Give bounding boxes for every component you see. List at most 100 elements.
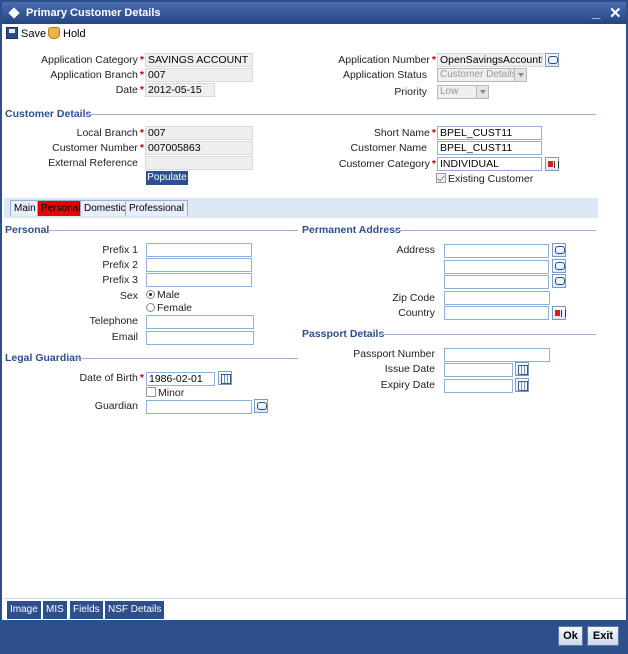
date-label: Date * <box>115 84 144 96</box>
expiry-date-input[interactable] <box>444 379 513 393</box>
detail-tabs: Main Personal Domestic Professional <box>4 198 598 218</box>
tab-mis[interactable]: MIS <box>43 601 67 619</box>
existing-customer-label: Existing Customer <box>448 173 534 185</box>
title-bar: Primary Customer Details _ ✕ <box>2 2 626 24</box>
existing-customer-checkbox[interactable] <box>436 173 446 183</box>
guardian-label: Guardian <box>94 400 138 412</box>
tab-fields[interactable]: Fields <box>70 601 103 619</box>
permanent-address-heading: Permanent Address <box>302 224 401 236</box>
prefix2-label: Prefix 2 <box>102 259 138 271</box>
zip-code-label: Zip Code <box>392 292 435 304</box>
minimize-button[interactable]: _ <box>592 4 600 21</box>
customer-category-picker-icon[interactable] <box>545 157 559 171</box>
tab-main[interactable]: Main <box>10 200 40 216</box>
priority-label: Priority <box>394 86 427 98</box>
app-category-label: Application Category * <box>41 54 144 66</box>
calendar-icon[interactable] <box>218 371 232 385</box>
minor-checkbox[interactable] <box>146 387 156 397</box>
passport-details-heading: Passport Details <box>302 328 385 340</box>
country-input[interactable] <box>444 306 549 320</box>
tab-domestic[interactable]: Domestic <box>80 200 130 216</box>
tab-personal[interactable]: Personal <box>37 200 85 216</box>
app-number-label: Application Number * <box>338 54 436 66</box>
external-reference-label: External Reference <box>48 157 138 169</box>
dob-input[interactable]: 1986-02-01 <box>146 372 215 386</box>
telephone-input[interactable] <box>146 315 254 329</box>
exit-button[interactable]: Exit <box>587 626 619 646</box>
telephone-label: Telephone <box>89 315 138 327</box>
customer-name-input[interactable]: BPEL_CUST11 <box>437 141 542 155</box>
app-status-label: Application Status <box>342 69 427 81</box>
short-name-label: Short Name * <box>373 127 436 139</box>
section-divider <box>86 114 596 115</box>
prefix3-input[interactable] <box>146 273 252 287</box>
date-field: 2012-05-15 <box>145 83 215 97</box>
local-branch-field: 007 <box>145 126 253 140</box>
app-branch-label: Application Branch * <box>50 69 144 81</box>
address-line1-lov-icon[interactable] <box>552 243 566 257</box>
prefix3-label: Prefix 3 <box>102 274 138 286</box>
app-number-field: OpenSavingsAccount519 <box>437 53 543 67</box>
passport-number-label: Passport Number <box>353 348 435 360</box>
calendar-icon[interactable] <box>515 362 529 376</box>
tab-professional[interactable]: Professional <box>125 200 189 216</box>
prefix2-input[interactable] <box>146 258 252 272</box>
address-line3-input[interactable] <box>444 275 549 289</box>
hold-label: Hold <box>63 28 86 40</box>
external-reference-field[interactable] <box>145 156 253 170</box>
guardian-lov-icon[interactable] <box>254 399 268 413</box>
prefix1-label: Prefix 1 <box>102 244 138 256</box>
address-label: Address <box>396 244 435 256</box>
short-name-input[interactable]: BPEL_CUST11 <box>437 126 542 140</box>
primary-customer-details-window: Primary Customer Details _ ✕ Save Hold A… <box>0 0 628 654</box>
email-input[interactable] <box>146 331 254 345</box>
sex-label: Sex <box>119 290 138 302</box>
address-line1-input[interactable] <box>444 244 549 258</box>
hold-button[interactable]: Hold <box>48 27 86 41</box>
section-divider <box>394 230 596 231</box>
priority-select[interactable]: Low <box>437 85 489 99</box>
save-icon <box>6 27 18 39</box>
address-line2-input[interactable] <box>444 260 549 274</box>
passport-number-input[interactable] <box>444 348 550 362</box>
customer-number-field: 007005863 <box>145 141 253 155</box>
hold-hand-icon <box>48 27 60 39</box>
customer-name-label: Customer Name <box>350 142 427 154</box>
prefix1-input[interactable] <box>146 243 252 257</box>
calendar-icon[interactable] <box>515 378 529 392</box>
window-diamond-icon <box>8 7 20 19</box>
issue-date-input[interactable] <box>444 363 513 377</box>
save-label: Save <box>21 28 47 40</box>
issue-date-label: Issue Date <box>384 363 435 375</box>
country-picker-icon[interactable] <box>552 306 566 320</box>
toolbar: Save Hold <box>2 24 626 44</box>
personal-heading: Personal <box>5 224 50 236</box>
legal-guardian-heading: Legal Guardian <box>5 352 82 364</box>
sex-female-radio[interactable] <box>146 303 155 312</box>
window-title: Primary Customer Details <box>26 7 161 19</box>
male-label: Male <box>157 289 180 301</box>
app-category-field: SAVINGS ACCOUNT <box>145 53 253 67</box>
save-button[interactable]: Save <box>6 27 46 41</box>
expiry-date-label: Expiry Date <box>380 379 435 391</box>
app-status-select[interactable]: Customer Details <box>437 68 527 82</box>
guardian-input[interactable] <box>146 400 252 414</box>
zip-code-input[interactable] <box>444 291 550 305</box>
female-label: Female <box>157 302 193 314</box>
close-button[interactable]: ✕ <box>609 4 622 22</box>
tab-nsf-details[interactable]: NSF Details <box>105 601 165 619</box>
tab-image[interactable]: Image <box>7 601 41 619</box>
address-line2-lov-icon[interactable] <box>552 259 566 273</box>
chevron-down-icon <box>514 69 526 81</box>
address-line3-lov-icon[interactable] <box>552 274 566 288</box>
country-label: Country <box>398 307 435 319</box>
customer-details-heading: Customer Details <box>5 108 92 120</box>
ok-button[interactable]: Ok <box>558 626 583 646</box>
minor-label: Minor <box>158 387 185 399</box>
app-number-lov-icon[interactable] <box>545 53 559 67</box>
chevron-down-icon <box>476 86 488 98</box>
sex-male-radio[interactable] <box>146 290 155 299</box>
populate-button[interactable]: Populate <box>146 171 188 185</box>
email-label: Email <box>111 331 138 343</box>
customer-category-input[interactable]: INDIVIDUAL <box>437 157 542 171</box>
